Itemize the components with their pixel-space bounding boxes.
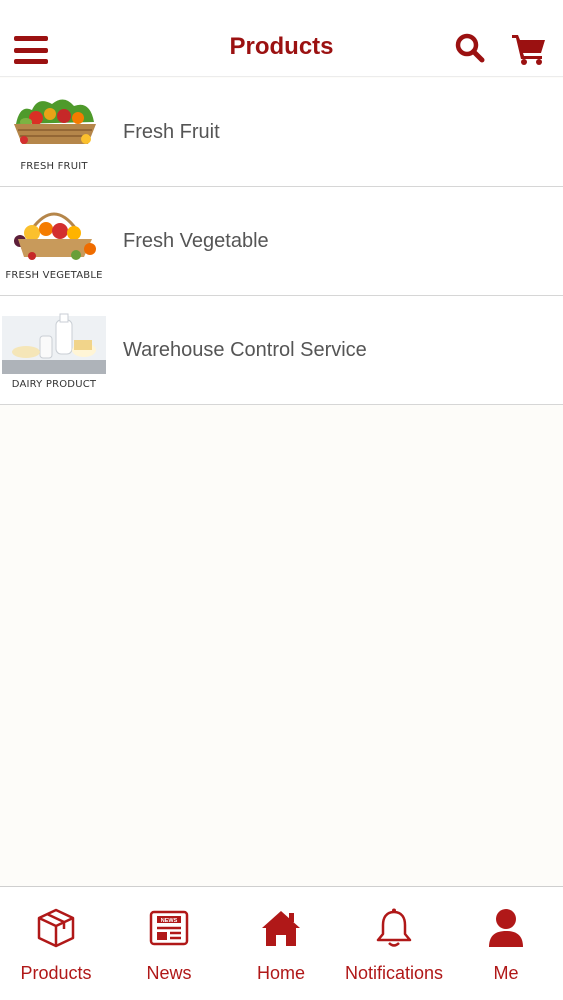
svg-text:NEWS: NEWS: [161, 918, 178, 924]
tab-products[interactable]: Products: [0, 887, 112, 1000]
tab-label: Notifications: [344, 963, 444, 983]
tab-label: Home: [256, 963, 305, 983]
category-row-fresh-fruit[interactable]: FRESH FRUIT Fresh Fruit: [0, 78, 563, 187]
app-header: Products: [0, 0, 563, 77]
search-icon[interactable]: [455, 33, 485, 63]
user-icon: [489, 909, 523, 947]
shopping-cart-icon[interactable]: [511, 32, 547, 66]
tab-me[interactable]: Me: [450, 887, 562, 1000]
tab-notifications[interactable]: Notifications: [338, 887, 450, 1000]
tab-news[interactable]: NEWS News: [113, 887, 225, 1000]
thumb-caption: FRESH FRUIT: [20, 161, 88, 172]
category-label: Fresh Fruit: [123, 121, 220, 143]
home-icon: [262, 911, 300, 946]
tab-home[interactable]: Home: [225, 887, 337, 1000]
bottom-tab-bar: Products NEWS News Home Notifications Me: [0, 886, 563, 1000]
category-label: Fresh Vegetable: [123, 230, 269, 252]
category-label: Warehouse Control Service: [123, 339, 367, 361]
newspaper-icon: NEWS: [149, 910, 189, 946]
tab-label: Products: [20, 963, 92, 983]
bell-icon: [376, 908, 412, 947]
tab-label: News: [146, 963, 192, 983]
thumb-caption: FRESH VEGETABLE: [5, 270, 103, 281]
category-row-fresh-vegetable[interactable]: FRESH VEGETABLE Fresh Vegetable: [0, 187, 563, 296]
category-row-warehouse-control-service[interactable]: DAIRY PRODUCT Warehouse Control Service: [0, 296, 563, 405]
thumb-caption: DAIRY PRODUCT: [11, 379, 97, 390]
box-icon: [37, 908, 75, 948]
category-list: FRESH FRUIT Fresh Fruit FRESH VEGETABLE …: [0, 78, 563, 405]
tab-label: Me: [493, 963, 519, 983]
